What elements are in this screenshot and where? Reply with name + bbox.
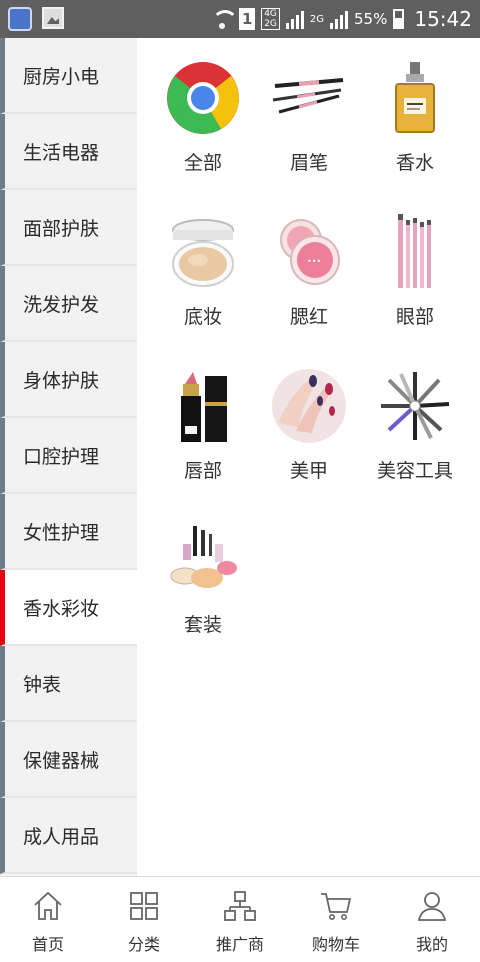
category-label: 唇部 — [183, 460, 222, 482]
nav-category[interactable]: 分类 — [96, 877, 192, 962]
category-label: 眼部 — [395, 306, 434, 328]
eye-brushes-icon — [375, 212, 455, 292]
signal-bars-2-icon — [330, 9, 349, 29]
sidebar-item-label: 钟表 — [23, 673, 62, 696]
home-icon — [34, 891, 62, 920]
category-eyebrow-pencil[interactable]: 眉笔 — [256, 58, 362, 190]
bottom-navigation: 首页 分类 推广商 购物车 我的 — [0, 876, 480, 962]
sidebar-item-home-appliances[interactable]: 生活电器 — [0, 114, 137, 190]
category-label: 香水 — [395, 152, 434, 174]
nav-promoter[interactable]: 推广商 — [192, 877, 288, 962]
sidebar-item-label: 身体护肤 — [23, 369, 100, 392]
nav-cart-label: 购物车 — [311, 935, 360, 954]
sidebar-item-label: 保健器械 — [23, 749, 100, 772]
eyebrow-pencil-icon — [269, 58, 349, 138]
sidebar-item-label: 香水彩妆 — [23, 597, 100, 620]
category-label: 美容工具 — [376, 460, 453, 482]
cart-icon — [321, 893, 352, 920]
category-label: 腮红 — [289, 306, 328, 328]
category-lips[interactable]: 唇部 — [150, 366, 256, 498]
nav-category-label: 分类 — [127, 935, 160, 954]
category-label: 套装 — [183, 614, 222, 636]
network-type-indicator: 4G 2G — [261, 8, 280, 30]
nav-home-label: 首页 — [31, 935, 64, 954]
nav-home[interactable]: 首页 — [0, 877, 96, 962]
sim-slot-indicator: 1 — [239, 8, 256, 30]
org-chart-icon — [224, 891, 256, 921]
battery-percent: 55% — [354, 10, 388, 28]
nail-art-icon — [269, 366, 349, 446]
svg-text:•••: ••• — [307, 257, 321, 266]
category-eye[interactable]: 眼部 — [362, 212, 468, 344]
image-notification-icon — [42, 7, 64, 29]
sidebar-item-label: 生活电器 — [23, 141, 100, 164]
category-perfume[interactable]: 香水 — [362, 58, 468, 190]
category-label: 底妆 — [183, 306, 222, 328]
sidebar-item-label: 女性护理 — [23, 521, 100, 544]
sidebar-item-facial-care[interactable]: 面部护肤 — [0, 190, 137, 266]
category-sets[interactable]: 套装 — [150, 520, 256, 652]
category-foundation[interactable]: 底妆 — [150, 212, 256, 344]
grid-icon — [130, 892, 158, 920]
signal-bars-icon — [285, 9, 304, 29]
sidebar-item-label: 口腔护理 — [23, 445, 100, 468]
sidebar-item-kitchen-appliances[interactable]: 厨房小电 — [0, 38, 137, 114]
subcategory-grid: 全部 眉笔 香水 底妆 ••• 腮红 眼部 唇部 美甲 美容工具 套装 — [150, 58, 470, 652]
nav-promoter-label: 推广商 — [215, 935, 264, 954]
sidebar-item-adult-products[interactable]: 成人用品 — [0, 798, 137, 874]
category-sidebar: 厨房小电 生活电器 面部护肤 洗发护发 身体护肤 口腔护理 女性护理 香水彩妆 … — [0, 38, 137, 876]
nav-mine[interactable]: 我的 — [384, 877, 480, 962]
sidebar-item-health-devices[interactable]: 保健器械 — [0, 722, 137, 798]
battery-icon — [393, 9, 405, 29]
perfume-bottle-icon — [375, 58, 455, 138]
sidebar-item-hair-care[interactable]: 洗发护发 — [0, 266, 137, 342]
category-blush[interactable]: ••• 腮红 — [256, 212, 362, 344]
chrome-icon — [163, 58, 243, 138]
cushion-compact-icon — [163, 212, 243, 292]
status-bar: 1 4G 2G 2G 55% 15:42 — [0, 0, 480, 38]
category-label: 美甲 — [289, 460, 328, 482]
app-notification-icon — [8, 7, 32, 31]
nav-cart[interactable]: 购物车 — [288, 877, 384, 962]
sidebar-item-body-care[interactable]: 身体护肤 — [0, 342, 137, 418]
sidebar-item-label: 洗发护发 — [23, 293, 100, 316]
beauty-tools-icon — [375, 366, 455, 446]
category-nails[interactable]: 美甲 — [256, 366, 362, 498]
sidebar-item-feminine-care[interactable]: 女性护理 — [0, 494, 137, 570]
lipstick-icon — [163, 366, 243, 446]
nav-mine-label: 我的 — [415, 935, 448, 954]
sidebar-item-label: 厨房小电 — [23, 65, 100, 88]
user-icon — [417, 892, 447, 921]
sidebar-item-label: 面部护肤 — [23, 217, 100, 240]
sidebar-item-perfume-makeup[interactable]: 香水彩妆 — [0, 570, 137, 646]
sidebar-item-watches[interactable]: 钟表 — [0, 646, 137, 722]
blush-compact-icon: ••• — [269, 212, 349, 292]
category-all[interactable]: 全部 — [150, 58, 256, 190]
category-label: 眉笔 — [289, 152, 328, 174]
makeup-set-icon — [163, 520, 243, 600]
wifi-icon — [211, 8, 239, 30]
clock: 15:42 — [414, 7, 472, 31]
category-label: 全部 — [183, 152, 222, 174]
network2-indicator: 2G — [309, 13, 325, 25]
sidebar-item-label: 成人用品 — [23, 825, 100, 848]
sidebar-item-oral-care[interactable]: 口腔护理 — [0, 418, 137, 494]
category-beauty-tools[interactable]: 美容工具 — [362, 366, 468, 498]
